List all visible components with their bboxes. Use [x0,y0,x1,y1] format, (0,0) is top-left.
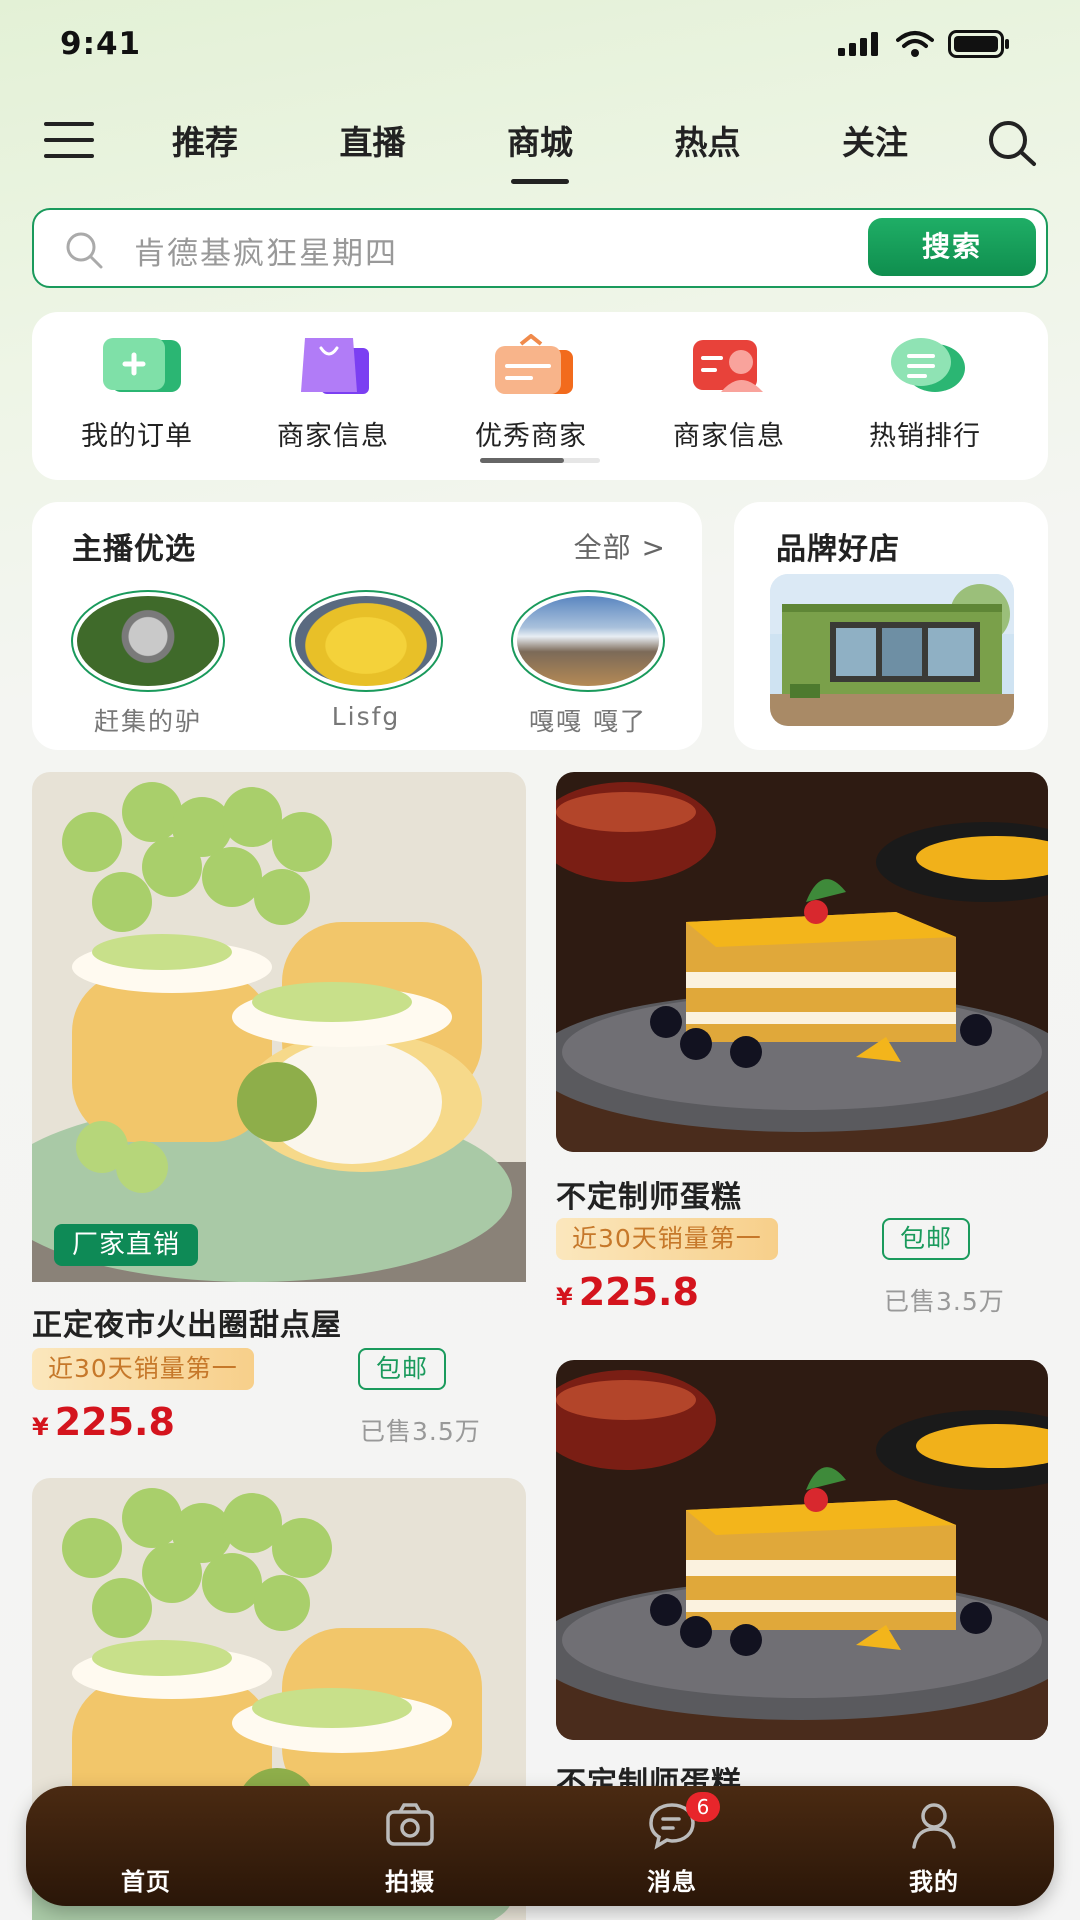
view-all-label: 全部 [573,531,632,564]
quick-entry-card: 我的订单 商家信息 优秀商家 商家信息 热销排行 [32,312,1048,480]
brand-store-title: 品牌好店 [776,532,900,567]
order-icon [103,338,181,392]
tab-mall[interactable]: 商城 [475,116,605,184]
currency-symbol: ¥ [556,1283,573,1311]
sold-count: 已售3.5万 [360,1417,481,1446]
tab-follow[interactable]: 关注 [810,116,940,164]
chat-list-icon [891,338,965,392]
price-value: 225.8 [578,1270,699,1314]
quick-entry-label: 优秀商家 [475,421,587,452]
signal-icon [838,32,878,56]
unread-badge: 6 [686,1792,720,1822]
tab-hot[interactable]: 热点 [643,116,773,164]
product-image[interactable] [556,1360,1048,1740]
tab-messages[interactable]: 6 消息 [602,1786,742,1906]
battery-icon [948,30,1009,58]
tab-home[interactable]: 首页 [76,1786,216,1906]
search-button[interactable]: 搜索 [868,218,1036,276]
tab-label: 拍摄 [385,1868,435,1896]
quick-entry-label: 热销排行 [869,421,981,452]
anchor-name: Lisfg [331,702,401,731]
status-icons [838,30,1010,58]
search-bar[interactable]: 肯德基疯狂星期四 搜索 [32,208,1048,288]
anchor-item[interactable]: 赶集的驴 [68,590,228,738]
status-time: 9:41 [60,26,142,62]
merchant-card-icon [693,340,763,392]
tab-recommend[interactable]: 推荐 [140,116,270,164]
sold-count: 已售3.5万 [884,1287,1005,1316]
currency-symbol: ¥ [32,1413,49,1441]
quick-entry-merchant-info[interactable]: 商家信息 [248,334,418,453]
bottom-tab-bar: 首页 拍摄 6 消息 我的 [26,1786,1054,1906]
wifi-icon [896,31,934,57]
user-icon [912,1803,956,1849]
sales-rank-tag: 近30天销量第一 [556,1218,778,1260]
avatar [511,590,665,692]
free-shipping-tag: 包邮 [358,1348,447,1390]
tab-profile[interactable]: 我的 [864,1786,1004,1906]
product-price: ¥225.8 [556,1270,699,1314]
product-price: ¥225.8 [32,1400,175,1444]
quick-entry-label: 商家信息 [673,421,785,452]
search-icon[interactable] [984,118,1040,168]
camera-icon [386,1803,434,1846]
view-all-link[interactable]: 全部 > [574,526,666,566]
quick-entry-merchant-card[interactable]: 商家信息 [644,334,814,453]
scroll-indicator [480,458,600,463]
shopping-bag-icon [301,338,369,394]
brand-store-image[interactable] [770,574,1014,726]
chevron-right-icon: > [641,531,666,564]
anchor-picks-title: 主播优选 [72,532,196,567]
product-title[interactable]: 不定制师蛋糕 [556,1172,742,1216]
briefcase-icon [495,333,573,394]
tab-live[interactable]: 直播 [308,116,438,164]
price-value: 225.8 [54,1400,175,1444]
avatar [289,590,443,692]
factory-direct-tag: 厂家直销 [54,1224,199,1266]
top-tabs: 推荐 直播 商城 热点 关注 [140,116,940,184]
avatar [71,590,225,692]
brand-store-card[interactable]: 品牌好店 [734,502,1048,750]
tab-label: 消息 [647,1868,697,1896]
product-image[interactable]: 厂家直销 [32,772,526,1282]
quick-entry-label: 我的订单 [81,421,193,452]
menu-icon[interactable] [44,122,94,160]
product-image[interactable] [556,772,1048,1152]
quick-entry-label: 商家信息 [277,421,389,452]
anchor-picks-card: 主播优选 全部 > 赶集的驴 Lisfg 嘎嘎 嘎了 [32,502,702,750]
tab-shoot[interactable]: 拍摄 [340,1786,480,1906]
quick-entry-excellent-merchants[interactable]: 优秀商家 [446,333,616,453]
free-shipping-tag: 包邮 [882,1218,971,1260]
quick-entry-my-orders[interactable]: 我的订单 [52,334,222,453]
anchor-item[interactable]: 嘎嘎 嘎了 [508,590,668,738]
anchor-item[interactable]: Lisfg [286,590,446,731]
search-input[interactable]: 肯德基疯狂星期四 [134,228,398,273]
tab-label: 首页 [121,1868,171,1896]
anchor-name: 嘎嘎 嘎了 [529,707,647,736]
search-glass-icon [66,232,103,269]
anchor-name: 赶集的驴 [93,707,202,736]
tab-label: 我的 [909,1868,959,1896]
sales-rank-tag: 近30天销量第一 [32,1348,254,1390]
product-title[interactable]: 正定夜市火出圈甜点屋 [32,1300,342,1344]
quick-entry-hot-ranking[interactable]: 热销排行 [840,334,1010,453]
